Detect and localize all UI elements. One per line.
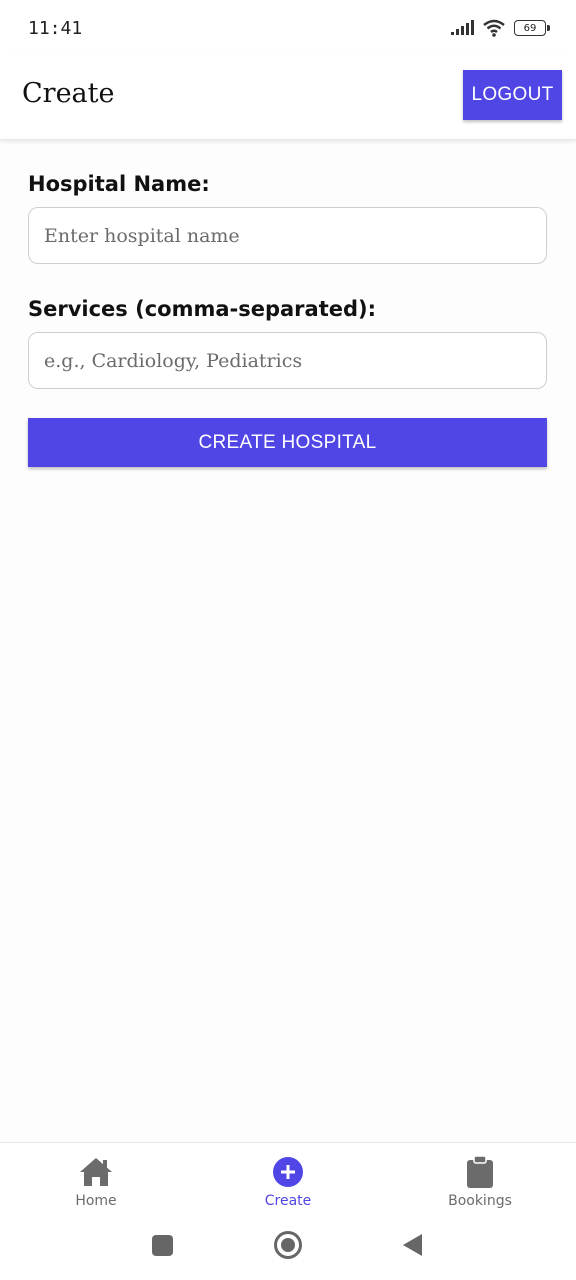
status-icons: 69 <box>450 19 550 37</box>
services-label: Services (comma-separated): <box>28 297 377 321</box>
create-hospital-button[interactable]: CREATE HOSPITAL <box>28 418 547 467</box>
signal-icon <box>451 20 474 35</box>
nav-label-bookings: Bookings <box>448 1193 512 1209</box>
nav-item-home[interactable]: Home <box>0 1143 192 1214</box>
status-time: 11:41 <box>28 17 83 39</box>
hospital-name-input[interactable] <box>28 207 547 264</box>
bottom-nav: Home Create Bookings <box>0 1142 576 1214</box>
battery-level: 69 <box>523 22 537 34</box>
system-home-icon[interactable] <box>274 1231 302 1259</box>
logout-button[interactable]: LOGOUT <box>463 70 562 120</box>
nav-label-home: Home <box>75 1193 117 1209</box>
home-icon <box>80 1158 112 1186</box>
hospital-name-label: Hospital Name: <box>28 172 210 196</box>
back-icon[interactable] <box>403 1234 422 1256</box>
services-input[interactable] <box>28 332 547 389</box>
clipboard-icon <box>467 1155 493 1188</box>
system-nav-bar <box>0 1214 576 1280</box>
wifi-icon <box>483 19 505 37</box>
nav-label-create: Create <box>264 1193 312 1209</box>
nav-item-bookings[interactable]: Bookings <box>384 1143 576 1214</box>
screen: 11:41 69 Create LOGOUT Hospital Name: En… <box>0 0 576 1280</box>
app-header: Create LOGOUT <box>0 56 576 140</box>
plus-circle-icon <box>273 1157 303 1187</box>
status-bar: 11:41 69 <box>0 0 576 56</box>
page-title: Create <box>22 78 115 109</box>
battery-icon: 69 <box>514 20 550 36</box>
recent-apps-icon[interactable] <box>152 1235 173 1256</box>
nav-item-create[interactable]: Create <box>192 1143 384 1214</box>
